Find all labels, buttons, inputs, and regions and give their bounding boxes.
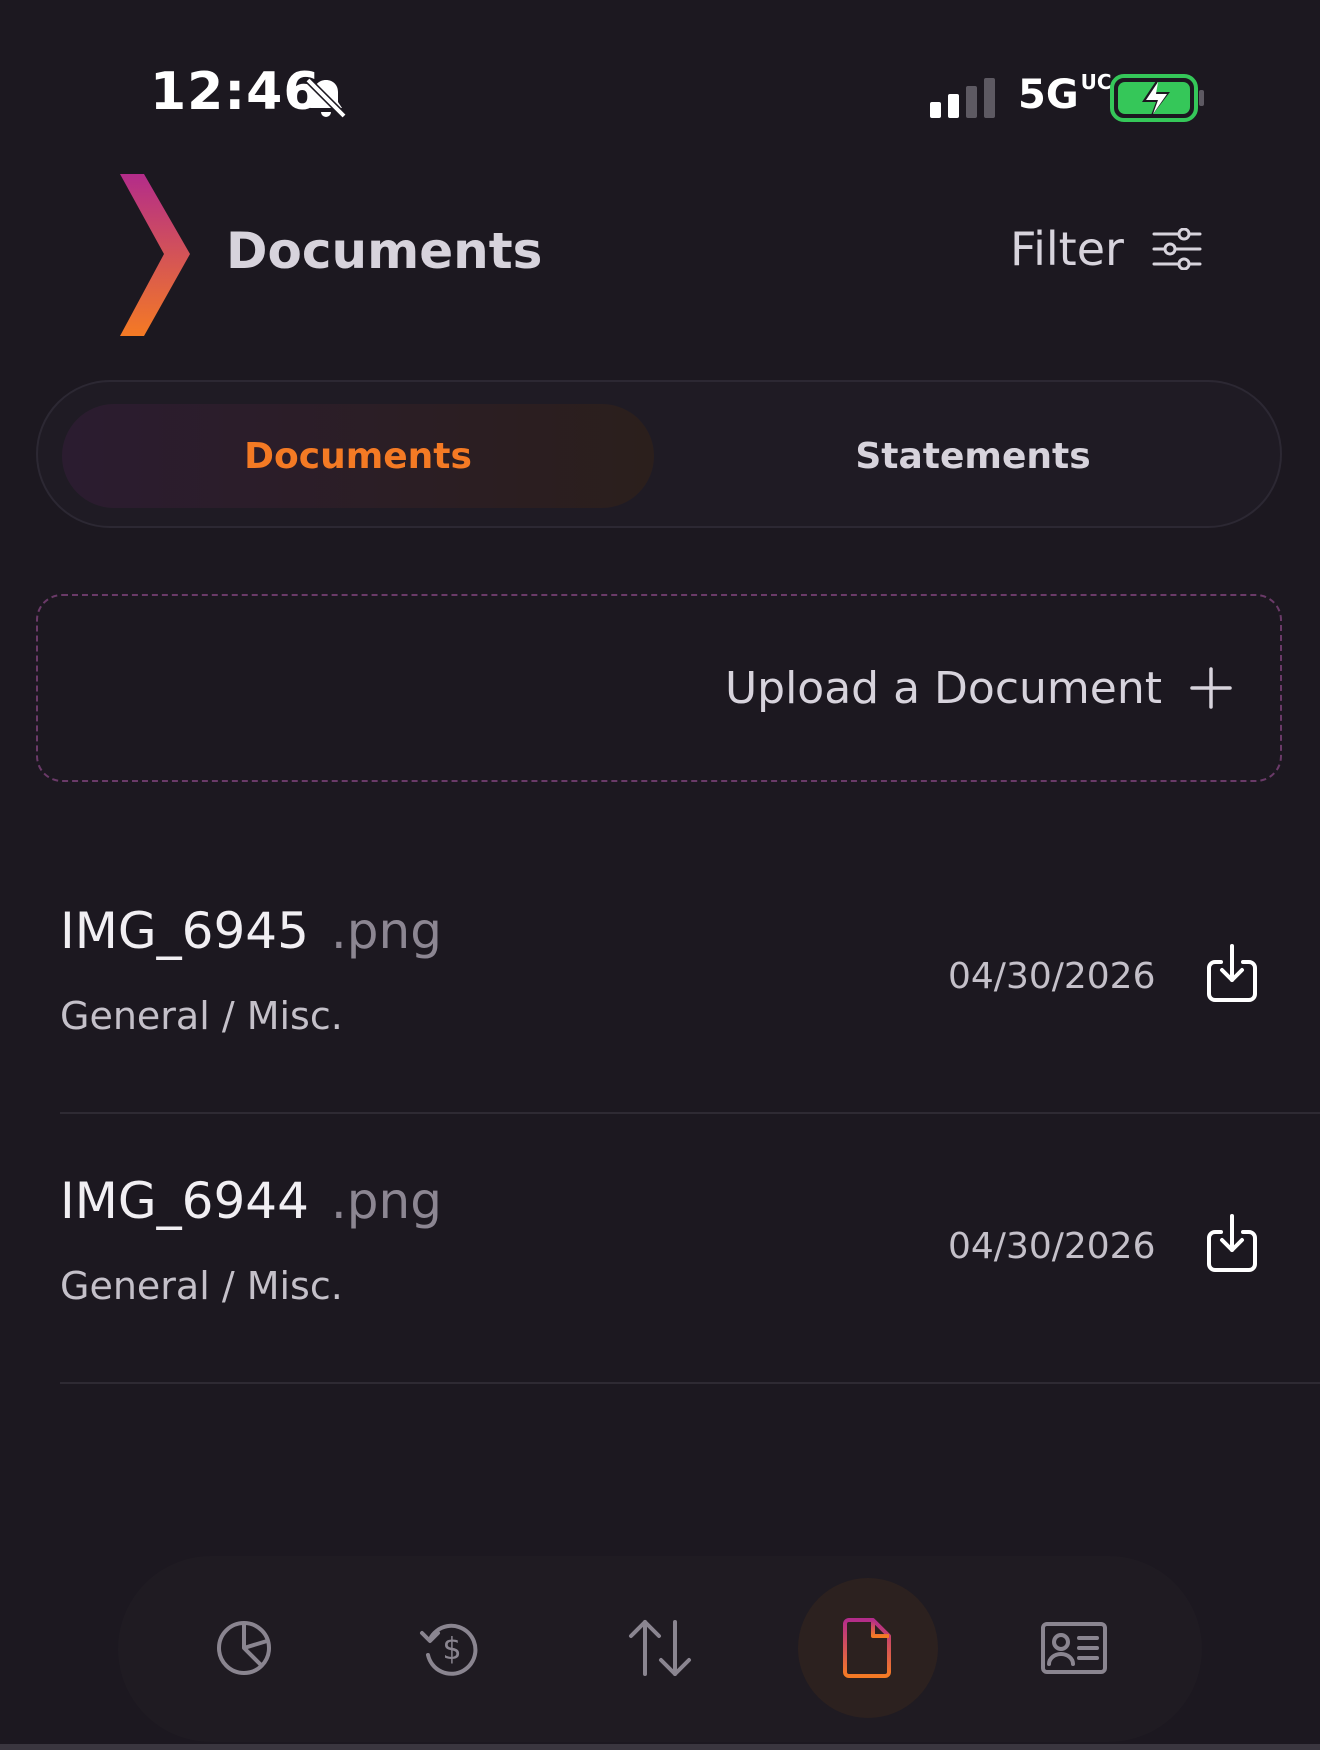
pie-chart-icon (217, 1621, 271, 1675)
status-time: 12:46 (150, 62, 321, 122)
plus-icon (1190, 667, 1232, 709)
document-name: IMG_6944 .png (60, 1172, 442, 1230)
upload-label: Upload a Document (724, 662, 1162, 714)
nav-profile[interactable] (1004, 1578, 1144, 1718)
documents-icon (843, 1618, 891, 1678)
tab-documents[interactable]: Documents (62, 404, 654, 508)
document-category: General / Misc. (60, 994, 343, 1038)
nav-recurring[interactable]: $ (380, 1578, 520, 1718)
nav-documents[interactable] (798, 1578, 938, 1718)
svg-text:$: $ (442, 1632, 461, 1667)
network-type: 5G UC (1018, 70, 1112, 118)
document-extension: .png (330, 902, 442, 960)
profile-card-icon (1041, 1622, 1107, 1674)
bell-muted-icon (305, 77, 347, 119)
document-row[interactable]: IMG_6944 .png General / Misc. 04/30/2026 (60, 1114, 1320, 1384)
filter-button[interactable]: Filter (1010, 222, 1202, 276)
sliders-icon (1152, 228, 1202, 270)
brand-logo (50, 174, 190, 336)
upload-document-button[interactable]: Upload a Document (36, 594, 1282, 782)
recurring-payment-icon: $ (420, 1623, 478, 1676)
document-name: IMG_6945 .png (60, 902, 442, 960)
document-extension: .png (330, 1172, 442, 1230)
download-icon[interactable] (1206, 1212, 1258, 1274)
document-tabs: Documents Statements (36, 380, 1282, 528)
document-row[interactable]: IMG_6945 .png General / Misc. 04/30/2026 (60, 844, 1320, 1114)
document-category: General / Misc. (60, 1264, 343, 1308)
download-icon[interactable] (1206, 942, 1258, 1004)
document-date: 04/30/2026 (948, 1226, 1156, 1267)
tab-statements[interactable]: Statements (678, 404, 1268, 508)
battery-charging-icon (1110, 74, 1204, 122)
bottom-nav: $ (118, 1556, 1202, 1742)
transfer-arrows-icon (629, 1620, 691, 1676)
document-date: 04/30/2026 (948, 956, 1156, 997)
nav-transfers[interactable] (590, 1578, 730, 1718)
nav-portfolio[interactable] (174, 1578, 314, 1718)
cellular-signal-icon (930, 78, 995, 118)
home-indicator (0, 1744, 1320, 1750)
filter-label: Filter (1010, 222, 1124, 276)
page-title: Documents (226, 222, 543, 280)
